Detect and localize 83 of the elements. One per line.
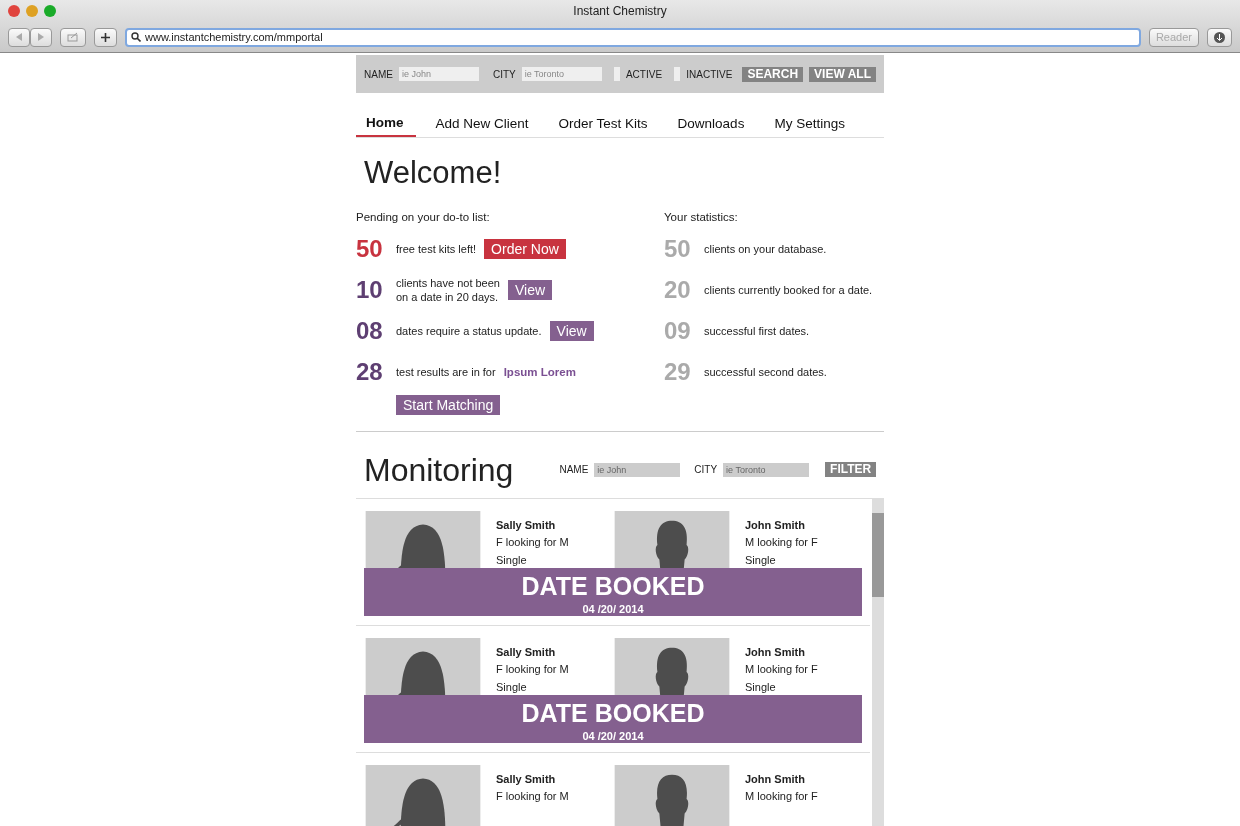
stat-text: clients currently booked for a date.: [704, 283, 873, 298]
client-detail: M looking for F: [745, 662, 818, 678]
share-button[interactable]: [60, 27, 86, 47]
client-detail: Single: [745, 679, 777, 695]
status-title: DATE BOOKED: [520, 697, 706, 728]
client-link[interactable]: Ipsum Lorem: [503, 363, 576, 381]
download-icon: [1214, 31, 1225, 43]
count-number: 08: [356, 316, 384, 347]
share-icon: [67, 32, 79, 42]
field-label: CITY: [492, 67, 516, 82]
checkbox-label: INACTIVE: [686, 67, 733, 82]
count-number: 28: [356, 357, 384, 388]
nav-tab[interactable]: Add New Client: [425, 109, 539, 138]
search-icon: [131, 32, 141, 42]
client-detail: M looking for F: [745, 535, 818, 551]
window-title: Instant Chemistry: [573, 4, 667, 18]
search-field[interactable]: ie John: [398, 67, 479, 81]
view-button[interactable]: View: [507, 280, 553, 301]
client-detail: F looking for M: [496, 789, 569, 805]
client-detail: Single: [496, 552, 528, 568]
status-title: DATE BOOKED: [520, 570, 706, 601]
client-name: Sally Smith: [496, 771, 557, 787]
status-date: 04 /20/ 2014: [581, 601, 645, 617]
client-detail: F looking for M: [496, 535, 569, 551]
task-text: free test kits left!: [396, 242, 477, 257]
checkbox[interactable]: [613, 67, 620, 81]
client-name: John Smith: [745, 644, 806, 660]
nav-tab[interactable]: Downloads: [667, 109, 755, 138]
client-detail: M looking for F: [745, 789, 818, 805]
nav-tab[interactable]: My Settings: [764, 109, 855, 138]
close-button[interactable]: [8, 5, 20, 17]
address-bar[interactable]: www.instantchemistry.com/mmportal: [125, 27, 1141, 47]
forward-arrow-icon: [37, 33, 45, 41]
nav-tab[interactable]: Order Test Kits: [548, 109, 658, 138]
search-field[interactable]: ie Toronto: [521, 67, 602, 81]
url-text: www.instantchemistry.com/mmportal: [145, 29, 323, 45]
count-number: 10: [356, 275, 384, 306]
count-number: 50: [356, 234, 384, 265]
filter-button[interactable]: FILTER: [825, 462, 877, 478]
add-button[interactable]: [94, 27, 117, 47]
client-name: John Smith: [745, 771, 806, 787]
field-label: CITY: [694, 463, 718, 478]
client-name: Sally Smith: [496, 644, 557, 660]
client-name: John Smith: [745, 517, 806, 533]
client-detail: Single: [496, 679, 528, 695]
page-heading: Welcome!: [364, 154, 503, 192]
back-button[interactable]: [8, 27, 30, 47]
plus-icon: [101, 32, 110, 42]
checkbox[interactable]: [674, 67, 681, 81]
section-title: Pending on your do-to list:: [356, 210, 491, 226]
task-text: clients have not been on a date in 20 days.: [396, 275, 500, 305]
stat-text: successful first dates.: [704, 324, 810, 339]
stat-number: 09: [664, 316, 692, 347]
client-detail: Single: [745, 552, 777, 568]
filter-field[interactable]: ie Toronto: [723, 462, 810, 477]
downloads-button[interactable]: [1207, 27, 1232, 47]
section-title: Your statistics:: [664, 210, 739, 226]
field-label: NAME: [559, 463, 589, 478]
stat-text: successful second dates.: [704, 365, 827, 380]
section-heading: Monitoring: [364, 450, 514, 490]
nav-tab[interactable]: Home: [356, 109, 416, 138]
scrollbar[interactable]: [872, 498, 884, 826]
filter-field[interactable]: ie John: [594, 462, 681, 477]
task-text: test results are in for: [396, 365, 496, 380]
zoom-button[interactable]: [44, 5, 56, 17]
stat-number: 20: [664, 275, 692, 306]
client-detail: F looking for M: [496, 662, 569, 678]
stat-number: 29: [664, 357, 692, 388]
client-name: Sally Smith: [496, 517, 557, 533]
search-button[interactable]: SEARCH: [742, 66, 804, 82]
field-label: NAME: [364, 67, 393, 82]
forward-button[interactable]: [30, 27, 52, 47]
order-now-button[interactable]: Order Now: [484, 239, 566, 260]
stat-text: clients on your database.: [704, 242, 827, 257]
view-button[interactable]: View: [549, 321, 594, 342]
status-date: 04 /20/ 2014: [581, 728, 645, 744]
start-matching-button[interactable]: Start Matching: [396, 394, 501, 415]
checkbox-label: ACTIVE: [625, 67, 663, 82]
minimize-button[interactable]: [26, 5, 38, 17]
stat-number: 50: [664, 234, 692, 265]
view-all-button[interactable]: VIEW ALL: [809, 66, 876, 82]
task-text: dates require a status update.: [396, 324, 542, 339]
back-arrow-icon: [15, 33, 23, 41]
